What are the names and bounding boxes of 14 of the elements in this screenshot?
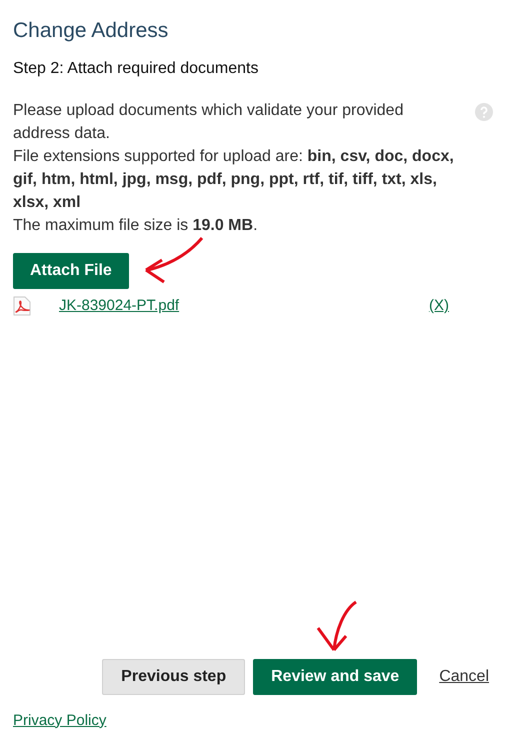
privacy-policy-link[interactable]: Privacy Policy <box>13 710 106 732</box>
page-title: Change Address <box>13 18 168 44</box>
instruction-text: Please upload documents which validate your provided address data. <box>13 101 404 144</box>
cancel-link[interactable]: Cancel <box>439 664 489 688</box>
previous-step-button[interactable]: Previous step <box>102 658 246 694</box>
help-icon[interactable] <box>475 103 493 121</box>
remove-file-link[interactable]: (X) <box>429 295 449 318</box>
file-link[interactable]: JK-839024-PT.pdf <box>59 295 180 318</box>
step-heading: Step 2: Attach required documents <box>13 59 258 79</box>
review-and-save-button[interactable]: Review and save <box>253 658 418 694</box>
instruction-text: The maximum file size is 19.0 MB. <box>13 216 259 236</box>
instruction-text: File extensions supported for upload are: bin, csv, doc, docx, gif, htm, html, jpg, msg, pdf, png, ppt, rtf, tif, tiff, txt, xls, xlsx, xml <box>13 147 455 213</box>
pdf-file-icon <box>13 296 31 316</box>
attach-file-button[interactable]: Attach File <box>13 253 129 289</box>
